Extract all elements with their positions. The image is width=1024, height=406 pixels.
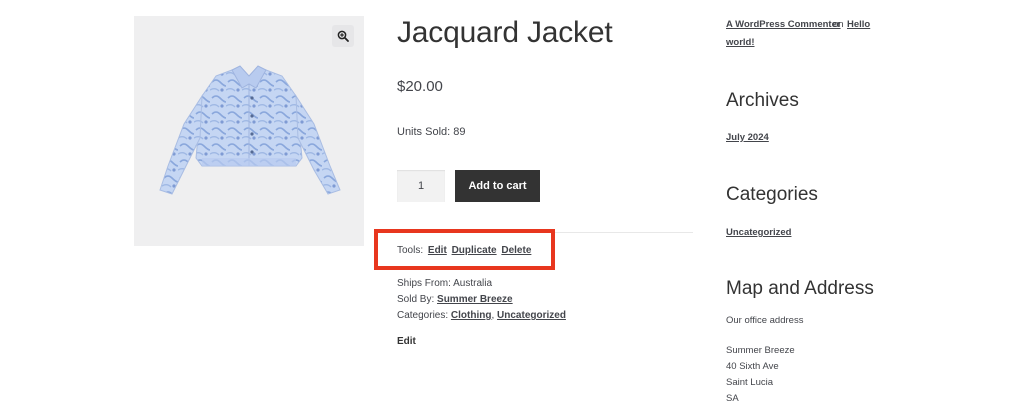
address-line: SA [726, 393, 739, 404]
tools-edit-link[interactable]: Edit [428, 245, 447, 256]
comment-author-link[interactable]: A WordPress Commenter [726, 19, 841, 30]
archives-heading: Archives [726, 90, 799, 111]
category-link-uncategorized[interactable]: Uncategorized [497, 310, 566, 321]
units-sold: Units Sold: 89 [397, 126, 466, 138]
comment-post-link-cont[interactable]: world! [726, 37, 755, 48]
add-to-cart-button[interactable]: Add to cart [455, 170, 540, 202]
sold-by-label: Sold By: [397, 294, 435, 305]
product-title: Jacquard Jacket [397, 16, 613, 49]
comment-on-text: on [833, 19, 844, 30]
office-address-label: Our office address [726, 315, 804, 326]
product-categories: Categories: Clothing, Uncategorized [397, 310, 566, 321]
jacket-image [159, 65, 341, 195]
address-line: 40 Sixth Ave [726, 361, 779, 372]
quantity-input[interactable] [397, 170, 445, 202]
address-line: Summer Breeze [726, 345, 795, 356]
category-link-clothing[interactable]: Clothing [451, 310, 492, 321]
map-heading: Map and Address [726, 278, 874, 299]
magnifier-plus-icon [337, 30, 349, 42]
tools-row: Tools: Edit Duplicate Delete [397, 245, 531, 256]
address-line: Saint Lucia [726, 377, 774, 388]
sold-by: Sold By: Summer Breeze [397, 294, 513, 305]
categories-label: Categories: [397, 310, 449, 321]
zoom-button[interactable] [332, 25, 354, 47]
comment-post-link[interactable]: Hello [847, 19, 870, 30]
tools-duplicate-link[interactable]: Duplicate [452, 245, 497, 256]
sold-by-link[interactable]: Summer Breeze [437, 294, 513, 305]
tools-delete-link[interactable]: Delete [501, 245, 531, 256]
archive-link[interactable]: July 2024 [726, 132, 769, 143]
sidebar-category-link[interactable]: Uncategorized [726, 227, 791, 238]
tools-label: Tools: [397, 245, 424, 256]
product-price: $20.00 [397, 78, 443, 95]
ships-from: Ships From: Australia [397, 278, 493, 289]
edit-product-link[interactable]: Edit [397, 336, 416, 347]
categories-heading: Categories [726, 184, 818, 205]
